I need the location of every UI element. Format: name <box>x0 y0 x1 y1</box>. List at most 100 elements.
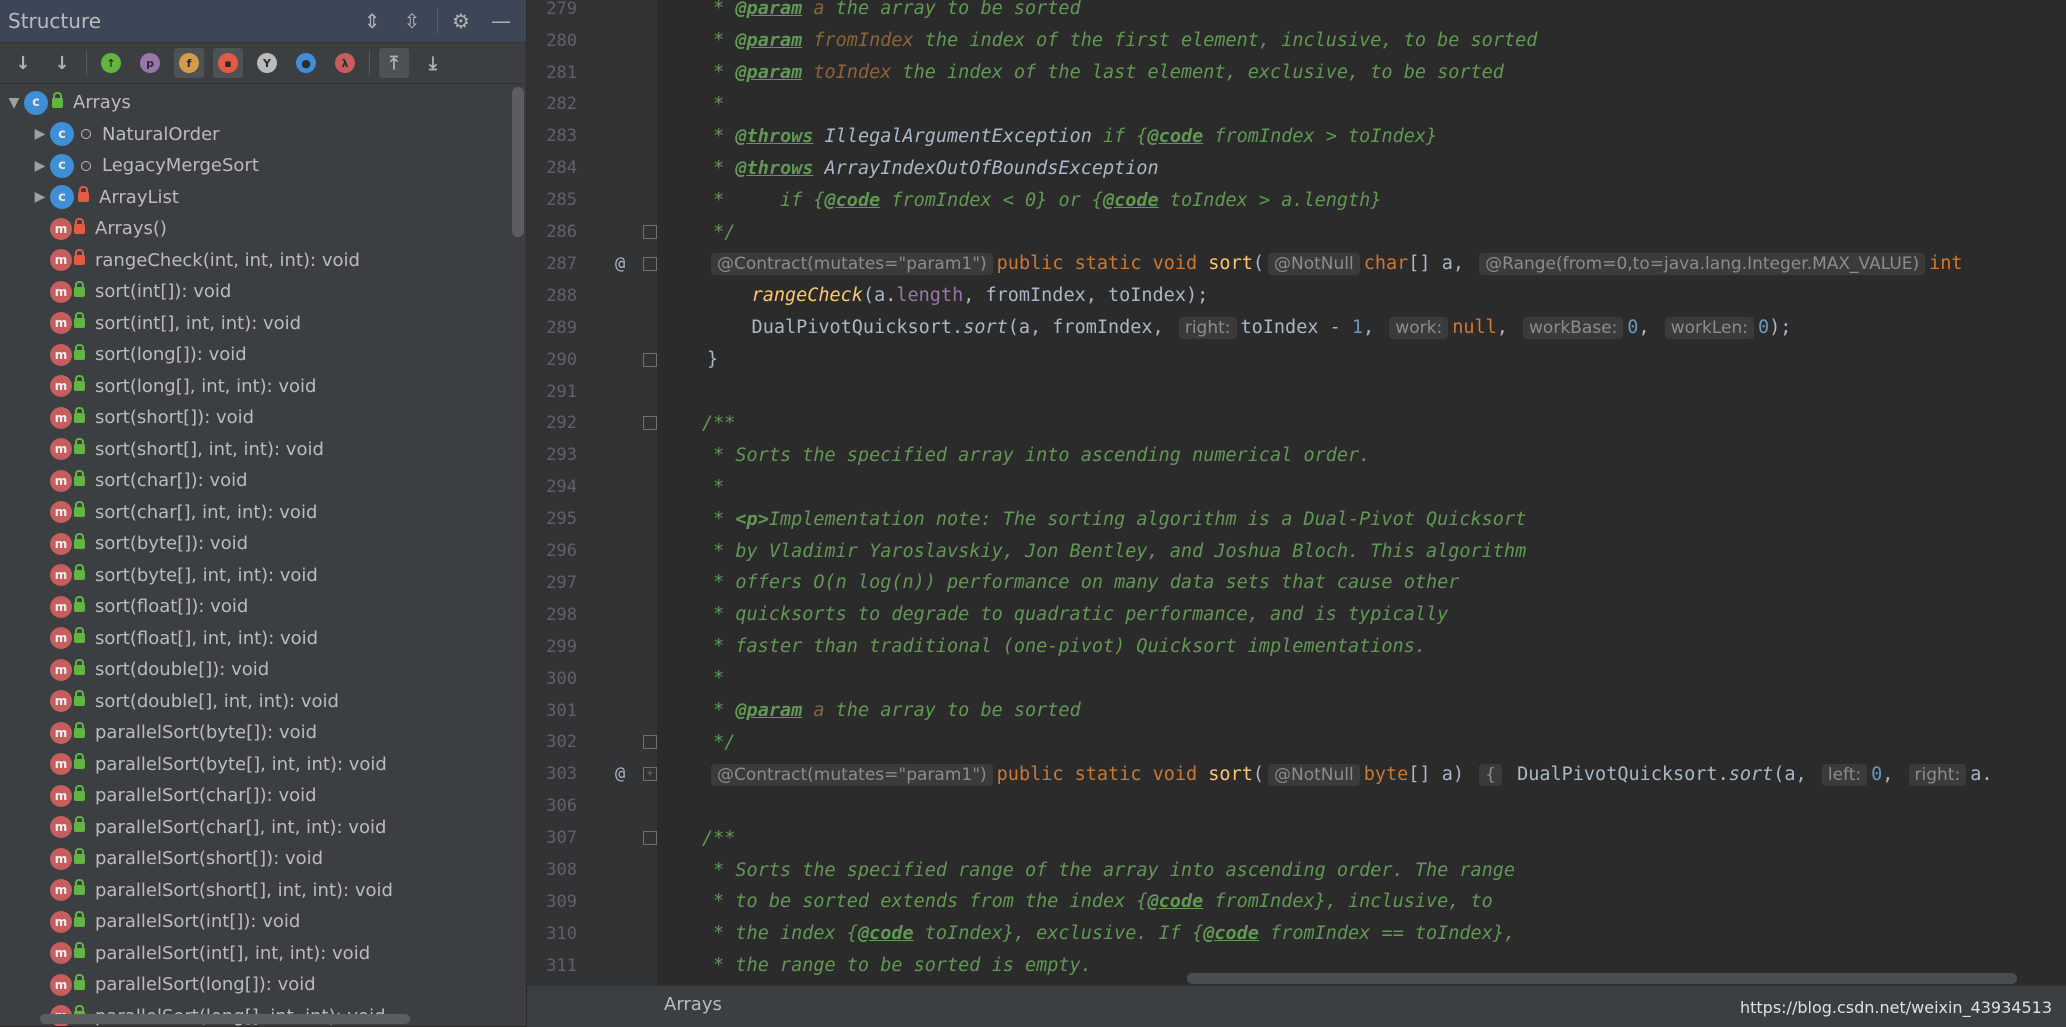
tree-method-node[interactable]: m parallelSort(short[]): void <box>0 843 508 875</box>
minimize-icon[interactable]: — <box>486 6 516 36</box>
tree-method-node[interactable]: m parallelSort(byte[], int, int): void <box>0 749 508 781</box>
code-token: char <box>1363 253 1409 275</box>
override-marker-icon[interactable]: @ <box>615 254 625 274</box>
show-lambdas-icon[interactable]: Y <box>252 48 282 78</box>
tree-method-node[interactable]: m parallelSort(byte[]): void <box>0 717 508 749</box>
fold-toggle-icon[interactable]: + <box>643 767 657 782</box>
code-token: (a, <box>1773 763 1818 785</box>
code-token: ( <box>1252 763 1264 785</box>
tree-expander-icon[interactable]: ▶ <box>30 158 50 174</box>
tree-node-label: parallelSort(int[]): void <box>95 911 301 933</box>
code-line: 282 * <box>527 89 2066 121</box>
tree-class-node[interactable]: ▶ c ArrayList <box>0 182 508 214</box>
code-text: DualPivotQuicksort.sort(a, fromIndex, ri… <box>707 317 1791 340</box>
tree-method-node[interactable]: m sort(long[]): void <box>0 339 508 371</box>
code-token: IllegalArgumentException <box>824 125 1092 147</box>
structure-tree: ▼ c Arrays ▶ c NaturalOrder ▶ c LegacyMergeSort ▶… <box>0 87 508 1026</box>
code-token: sort <box>1728 763 1774 785</box>
show-inherited-glyph: ↑ <box>101 53 121 73</box>
show-properties-icon[interactable]: p <box>135 48 165 78</box>
tree-node-label: parallelSort(short[]): void <box>95 848 324 870</box>
tree-class-node[interactable]: ▼ c Arrays <box>0 87 508 119</box>
collapse-all-icon[interactable]: ⇳ <box>397 6 427 36</box>
tree-method-node[interactable]: m parallelSort(short[], int, int): void <box>0 875 508 907</box>
show-anonymous-icon[interactable]: ● <box>291 48 321 78</box>
tree-method-node[interactable]: m sort(float[]): void <box>0 591 508 623</box>
tree-method-node[interactable]: m parallelSort(char[]): void <box>0 780 508 812</box>
tree-expander-icon[interactable]: ▼ <box>4 95 24 111</box>
public-lock-icon <box>74 816 85 833</box>
tree-method-node[interactable]: m sort(short[], int, int): void <box>0 434 508 466</box>
code-line: 296 * by Vladimir Yaroslavskiy, Jon Bent… <box>527 535 2066 567</box>
code-token: <p> <box>735 508 769 530</box>
tree-method-node[interactable]: m Arrays() <box>0 213 508 245</box>
fold-toggle-icon[interactable] <box>643 735 657 750</box>
code-token: 0 <box>1871 763 1883 785</box>
code-token: the index of the first element, inclusiv… <box>913 30 1538 52</box>
line-number: 296 <box>546 541 577 562</box>
inlay-hint: @Contract(mutates="param1") <box>711 253 993 276</box>
tree-vertical-scrollbar[interactable] <box>512 87 524 237</box>
breadcrumb[interactable]: Arrays <box>664 994 722 1015</box>
tree-method-node[interactable]: m sort(byte[], int, int): void <box>0 560 508 592</box>
tree-class-node[interactable]: ▶ c LegacyMergeSort <box>0 150 508 182</box>
fold-toggle-icon[interactable] <box>643 352 657 367</box>
autoscroll-from-source-icon[interactable]: ⤓ <box>418 48 448 78</box>
code-token: @param <box>735 62 803 84</box>
tree-method-node[interactable]: m sort(long[], int, int): void <box>0 371 508 403</box>
code-line: 293 * Sorts the specified array into asc… <box>527 440 2066 472</box>
sort-alphabetically-icon[interactable]: ↓ <box>47 48 77 78</box>
autoscroll-to-source-icon[interactable]: ⤒ <box>379 48 409 78</box>
public-lock-icon <box>74 564 85 581</box>
line-number: 282 <box>546 94 577 115</box>
tree-node-label: sort(float[]): void <box>95 596 249 618</box>
public-lock-icon <box>74 942 85 959</box>
tree-horizontal-scrollbar[interactable] <box>40 1014 410 1024</box>
code-line: 290} <box>527 344 2066 376</box>
public-lock-icon <box>74 627 85 644</box>
lambda-icon[interactable]: λ <box>330 48 360 78</box>
tree-method-node[interactable]: m sort(float[], int, int): void <box>0 623 508 655</box>
fold-toggle-icon[interactable] <box>643 225 657 240</box>
expand-all-icon[interactable]: ⇕ <box>357 6 387 36</box>
tree-method-node[interactable]: m sort(double[], int, int): void <box>0 686 508 718</box>
show-non-public-icon[interactable]: ▪ <box>213 48 243 78</box>
tree-method-node[interactable]: m sort(char[], int, int): void <box>0 497 508 529</box>
tree-method-node[interactable]: m rangeCheck(int, int, int): void <box>0 245 508 277</box>
gear-icon[interactable]: ⚙ <box>446 6 476 36</box>
method-icon: m <box>50 343 72 366</box>
fold-toggle-icon[interactable] <box>643 831 657 846</box>
code-editor[interactable]: 279 * @param a the array to be sorted 280… <box>527 0 2066 985</box>
tree-expander-icon[interactable]: ▶ <box>30 189 50 205</box>
fold-toggle-icon[interactable] <box>643 256 657 271</box>
tree-expander-icon[interactable]: ▶ <box>30 126 50 142</box>
tree-node-label: rangeCheck(int, int, int): void <box>95 249 360 271</box>
inlay-hint: work: <box>1389 317 1449 340</box>
method-icon: m <box>50 910 72 933</box>
show-inherited-icon[interactable]: ↑ <box>96 48 126 78</box>
override-marker-icon[interactable]: @ <box>615 764 625 784</box>
show-fields-icon[interactable]: f <box>174 48 204 78</box>
tree-method-node[interactable]: m sort(double[]): void <box>0 654 508 686</box>
tree-method-node[interactable]: m sort(short[]): void <box>0 402 508 434</box>
tree-method-node[interactable]: m parallelSort(int[]): void <box>0 906 508 938</box>
tree-method-node[interactable]: m sort(byte[]): void <box>0 528 508 560</box>
code-line: 281 * @param toIndex the index of the la… <box>527 57 2066 89</box>
line-number: 288 <box>546 285 577 306</box>
tree-class-node[interactable]: ▶ c NaturalOrder <box>0 119 508 151</box>
tree-method-node[interactable]: m sort(int[]): void <box>0 276 508 308</box>
code-line: 301 * @param a the array to be sorted <box>527 695 2066 727</box>
tree-node-label: sort(short[]): void <box>95 407 255 429</box>
tree-method-node[interactable]: m parallelSort(int[], int, int): void <box>0 938 508 970</box>
tree-method-node[interactable]: m parallelSort(long[]): void <box>0 969 508 1001</box>
method-icon: m <box>50 564 72 587</box>
public-lock-icon <box>74 721 85 738</box>
tree-method-node[interactable]: m sort(char[]): void <box>0 465 508 497</box>
fold-toggle-icon[interactable] <box>643 416 657 431</box>
tree-method-node[interactable]: m sort(int[], int, int): void <box>0 308 508 340</box>
tree-method-node[interactable]: m parallelSort(char[], int, int): void <box>0 812 508 844</box>
code-line: 299 * faster than traditional (one-pivot… <box>527 631 2066 663</box>
editor-horizontal-scrollbar[interactable] <box>1187 973 2017 984</box>
line-number: 286 <box>546 222 577 243</box>
sort-by-visibility-icon[interactable]: ↓ <box>8 48 38 78</box>
